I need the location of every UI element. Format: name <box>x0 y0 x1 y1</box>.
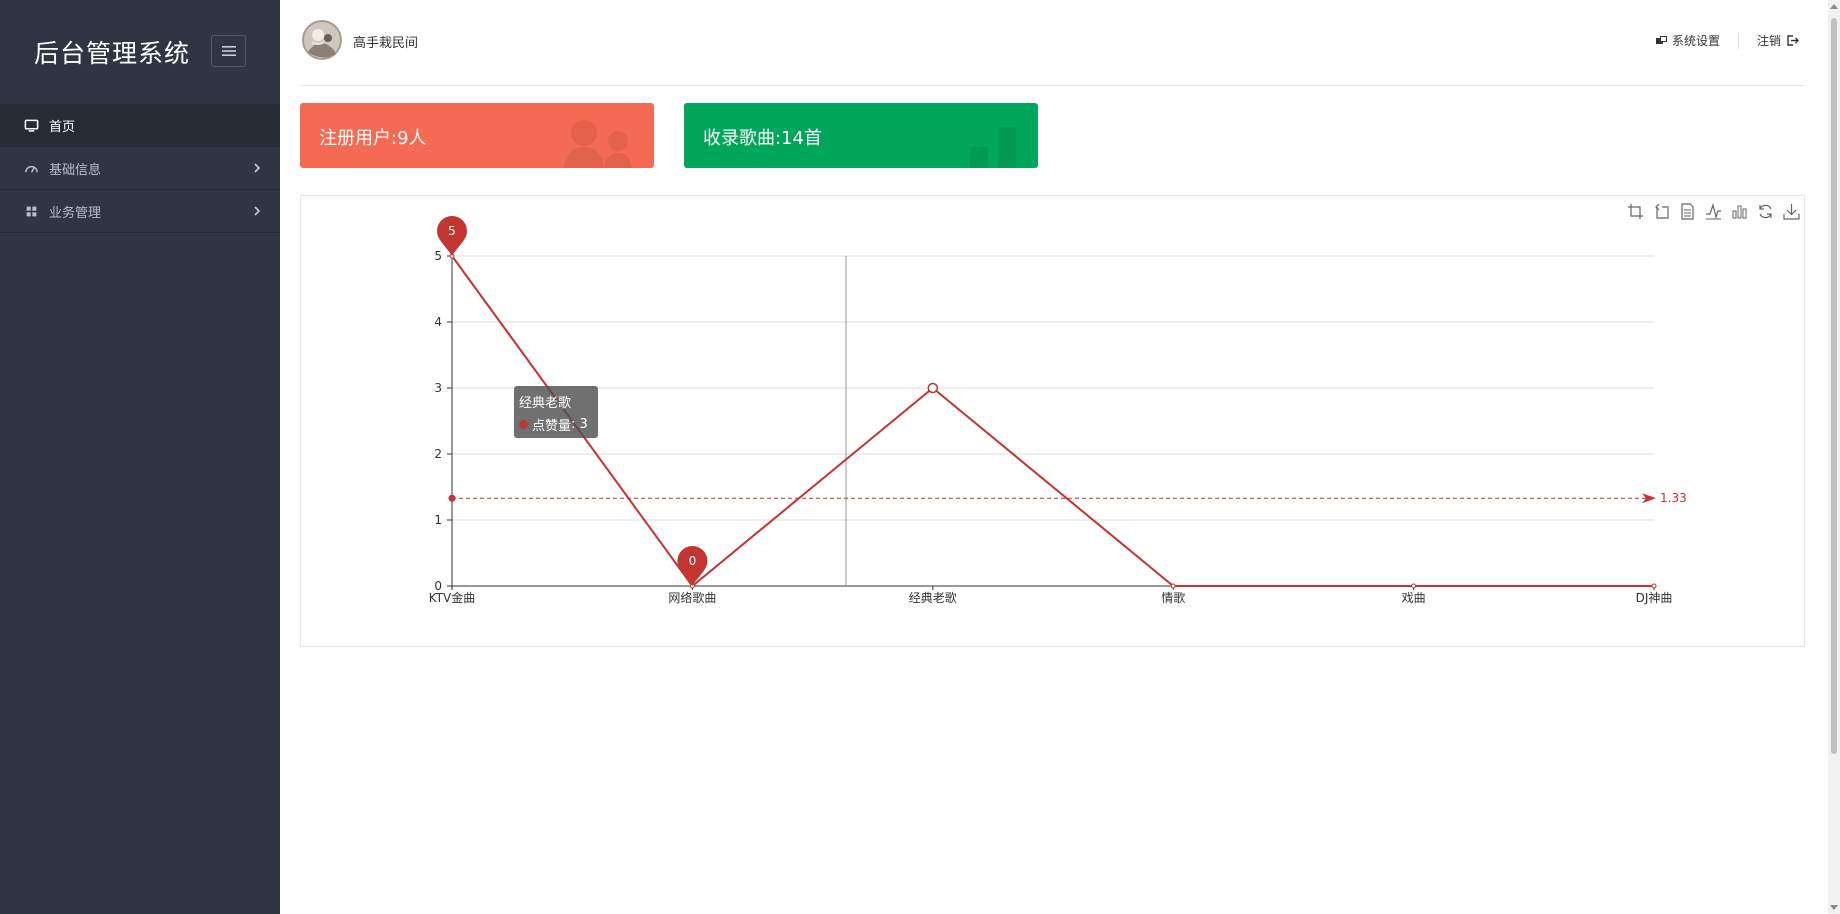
x-tick-label: 戏曲 <box>1402 591 1426 605</box>
brand-title: 后台管理系统 <box>34 39 191 68</box>
mark-point-label: 5 <box>448 224 456 238</box>
settings-label: 系统设置 <box>1671 34 1720 48</box>
sidebar: 后台管理系统 首页 基础信息 业务管理 <box>0 0 280 914</box>
menu-toggle-button[interactable] <box>211 35 246 67</box>
tooltip-title: 经典老歌 <box>519 396 572 411</box>
mark-line-start-dot <box>448 494 456 502</box>
top-header: 高手栽民间 系统设置 注销 <box>300 0 1805 86</box>
y-tick-label: 2 <box>434 447 442 461</box>
monitor-icon <box>23 117 39 133</box>
avatar[interactable] <box>302 20 342 60</box>
settings-button[interactable]: 系统设置 <box>1655 32 1720 49</box>
series-point <box>927 382 939 394</box>
series-point <box>1170 583 1176 589</box>
y-tick-label: 3 <box>434 381 442 395</box>
page-scrollbar[interactable] <box>1828 0 1840 914</box>
sidebar-item-label: 业务管理 <box>49 205 102 221</box>
tooltip-series: 点赞量 <box>532 419 572 434</box>
dashboard-gauge-icon <box>23 160 39 176</box>
sidebar-item-basic-info[interactable]: 基础信息 <box>0 147 280 190</box>
header-divider <box>1737 32 1739 49</box>
registered-users-text: 注册用户:9人 <box>319 128 427 149</box>
series-point <box>1651 583 1657 589</box>
series-dot <box>519 420 528 429</box>
scroll-up-arrow[interactable] <box>1830 4 1838 9</box>
hamburger-icon <box>221 46 236 56</box>
y-tick-label: 1 <box>434 513 442 527</box>
scroll-thumb[interactable] <box>1831 18 1837 754</box>
chart-panel: 0 1 2 3 4 5 KTV金曲 网络歌曲 经典老歌 情歌 戏曲 DJ神曲 1.33 5 0 经典老歌 点… <box>300 195 1805 647</box>
chart-tooltip: 经典老歌 点赞量 : 3 <box>514 386 598 438</box>
settings-icon <box>1655 36 1667 44</box>
logout-icon <box>1787 35 1799 46</box>
username[interactable]: 高手栽民间 <box>353 32 418 51</box>
chevron-right-icon <box>254 163 261 173</box>
x-tick-label: KTV金曲 <box>429 590 475 605</box>
logout-button[interactable]: 注销 <box>1757 32 1799 49</box>
x-tick-label: 网络歌曲 <box>668 590 716 605</box>
x-tick-label: 经典老歌 <box>909 590 957 605</box>
sidebar-item-label: 首页 <box>49 119 76 135</box>
mark-line-label: 1.33 <box>1660 491 1687 505</box>
y-tick-label: 4 <box>434 315 442 329</box>
series-line <box>451 255 1654 588</box>
x-tick-label: DJ神曲 <box>1636 591 1673 605</box>
grid-icon <box>23 203 39 219</box>
tooltip-colon: : <box>571 417 580 432</box>
users-icon <box>564 120 632 168</box>
y-tick-label: 5 <box>434 249 442 263</box>
bar-chart-icon <box>970 127 1016 168</box>
logout-label: 注销 <box>1756 34 1781 48</box>
registered-users-card[interactable]: 注册用户:9人 <box>300 103 654 168</box>
sidebar-item-home[interactable]: 首页 <box>0 104 280 147</box>
x-tick-label: 情歌 <box>1161 590 1185 605</box>
sidebar-nav: 首页 基础信息 业务管理 <box>0 104 280 233</box>
tooltip-value: 3 <box>579 417 588 432</box>
collected-songs-text: 收录歌曲:14首 <box>703 128 822 149</box>
collected-songs-card[interactable]: 收录歌曲:14首 <box>684 103 1038 168</box>
series-point <box>1411 583 1417 589</box>
scroll-down-arrow[interactable] <box>1830 905 1838 910</box>
sidebar-item-label: 基础信息 <box>49 162 102 178</box>
mark-point-label: 0 <box>689 554 697 568</box>
tooltip-row: 点赞量 : 3 <box>519 415 593 434</box>
sidebar-item-business[interactable]: 业务管理 <box>0 190 280 233</box>
chevron-right-icon <box>254 206 261 216</box>
header-actions: 系统设置 注销 <box>1655 32 1799 49</box>
